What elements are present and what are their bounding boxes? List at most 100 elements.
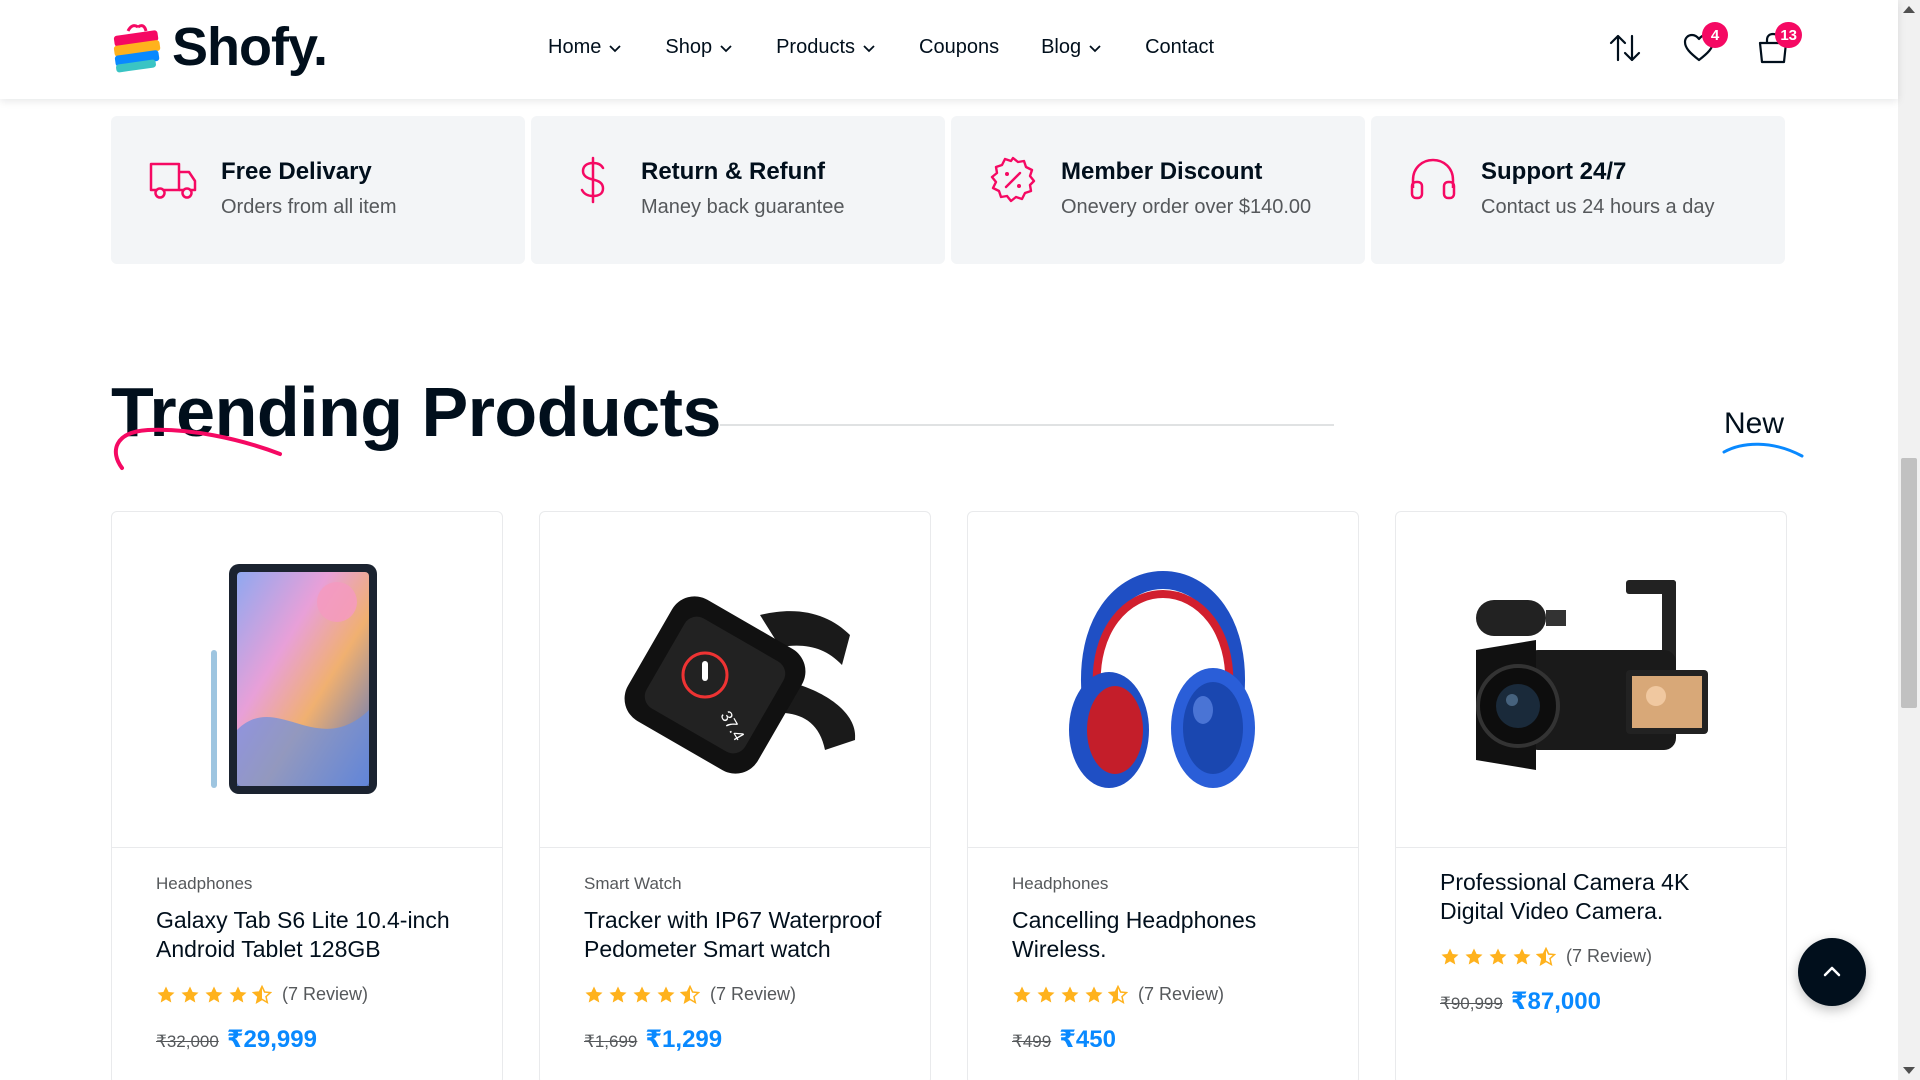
star-full-icon <box>1085 986 1103 1002</box>
product-title[interactable]: Cancelling Headphones Wireless. <box>1012 906 1314 964</box>
scroll-down-arrow-icon[interactable] <box>1903 1067 1915 1074</box>
star-full-icon <box>1513 948 1531 964</box>
product-price: ₹32,000 ₹29,999 <box>156 1025 458 1054</box>
feature-subtitle: Contact us 24 hours a day <box>1481 196 1715 218</box>
product-category[interactable]: Headphones <box>1012 874 1314 894</box>
feature-subtitle: Maney back guarantee <box>641 196 845 218</box>
product-info: Professional Camera 4K Digital Video Cam… <box>1396 848 1786 1046</box>
review-count: (7 Review) <box>710 984 797 1004</box>
current-price: ₹29,999 <box>226 1026 317 1053</box>
old-price: ₹499 <box>1012 1032 1052 1051</box>
feature-text: Free Delivary Orders from all item <box>221 154 397 219</box>
chevron-down-icon <box>863 44 875 52</box>
product-card[interactable]: Professional Camera 4K Digital Video Cam… <box>1395 511 1787 1080</box>
star-full-icon <box>181 986 199 1002</box>
page-scrollbar[interactable] <box>1898 0 1920 1080</box>
star-full-icon <box>157 986 175 1002</box>
delivery-truck-icon <box>149 162 197 199</box>
star-full-icon <box>609 986 627 1002</box>
star-full-icon <box>585 986 603 1002</box>
tablet-image <box>211 563 377 794</box>
star-half-icon <box>1108 984 1128 1004</box>
cart-button[interactable]: 13 <box>1754 22 1802 68</box>
logo-text: Shofy. <box>172 17 328 77</box>
tab-new[interactable]: New <box>1724 407 1784 441</box>
star-full-icon <box>1013 986 1031 1002</box>
feature-member-discount: Member Discount Onevery order over $140.… <box>951 116 1365 264</box>
product-card[interactable]: Headphones Galaxy Tab S6 Lite 10.4-inch … <box>111 511 503 1080</box>
star-half-icon <box>252 984 272 1004</box>
headphones-icon <box>1410 158 1456 200</box>
nav-shop[interactable]: Shop <box>665 36 734 59</box>
logo[interactable]: Shofy. <box>110 17 328 77</box>
star-full-icon <box>657 986 675 1002</box>
product-info: Smart Watch Tracker with IP67 Waterproof… <box>540 848 930 1080</box>
feature-free-delivery: Free Delivary Orders from all item <box>111 116 525 264</box>
product-title[interactable]: Tracker with IP67 Waterproof Pedometer S… <box>584 906 886 964</box>
feature-title: Free Delivary <box>221 158 372 185</box>
product-info: Headphones Cancelling Headphones Wireles… <box>968 848 1358 1080</box>
chevron-down-icon <box>720 44 732 52</box>
site-header: Shofy. Home Shop Products Coupons Blog C… <box>0 0 1898 99</box>
star-full-icon <box>1061 986 1079 1002</box>
feature-text: Support 24/7 Contact us 24 hours a day <box>1481 154 1714 219</box>
product-thumbnail[interactable] <box>112 512 502 848</box>
star-full-icon <box>1441 948 1459 964</box>
back-to-top-button[interactable] <box>1798 938 1866 1006</box>
feature-support: Support 24/7 Contact us 24 hours a day <box>1371 116 1785 264</box>
nav-products[interactable]: Products <box>776 36 877 59</box>
product-title[interactable]: Galaxy Tab S6 Lite 10.4-inch Android Tab… <box>156 906 458 964</box>
feature-subtitle: Orders from all item <box>221 196 397 218</box>
product-category[interactable]: Headphones <box>156 874 458 894</box>
current-price: ₹1,299 <box>645 1026 723 1053</box>
product-thumbnail[interactable] <box>1396 512 1786 848</box>
old-price: ₹90,999 <box>1440 994 1503 1013</box>
product-card[interactable]: 37.4 Smart Watch Tracker with IP67 Water… <box>539 511 931 1080</box>
feature-text: Member Discount Onevery order over $140.… <box>1061 154 1311 219</box>
header-actions: 4 13 <box>1606 22 1802 68</box>
star-full-icon <box>633 986 651 1002</box>
product-grid: Headphones Galaxy Tab S6 Lite 10.4-inch … <box>111 511 1787 1080</box>
wishlist-button[interactable]: 4 <box>1680 22 1728 68</box>
scroll-thumb[interactable] <box>1901 458 1917 708</box>
title-underline-swoosh <box>113 427 282 470</box>
title-divider-line <box>720 424 1334 426</box>
feature-return-refund: Return & Refunf Maney back guarantee <box>531 116 945 264</box>
product-price: ₹499 ₹450 <box>1012 1025 1314 1054</box>
product-category[interactable]: Smart Watch <box>584 874 886 894</box>
current-price: ₹450 <box>1059 1026 1116 1053</box>
smartwatch-image: 37.4 <box>624 595 856 774</box>
dollar-icon <box>580 156 605 204</box>
nav-home[interactable]: Home <box>548 36 623 59</box>
nav-contact[interactable]: Contact <box>1145 36 1214 59</box>
star-full-icon <box>229 986 247 1002</box>
product-card[interactable]: Headphones Cancelling Headphones Wireles… <box>967 511 1359 1080</box>
feature-title: Return & Refunf <box>641 158 825 185</box>
product-rating: (7 Review) <box>156 984 458 1005</box>
main-nav: Home Shop Products Coupons Blog Contact <box>548 36 1214 59</box>
star-full-icon <box>1465 948 1483 964</box>
chevron-down-icon <box>609 44 621 52</box>
product-thumbnail[interactable] <box>968 512 1358 848</box>
review-count: (7 Review) <box>282 984 369 1004</box>
nav-products-label: Products <box>776 36 856 58</box>
nav-blog-label: Blog <box>1041 36 1082 58</box>
current-price: ₹87,000 <box>1510 988 1601 1015</box>
product-info: Headphones Galaxy Tab S6 Lite 10.4-inch … <box>112 848 502 1080</box>
scroll-up-arrow-icon[interactable] <box>1903 6 1915 13</box>
headphones-image <box>1069 570 1255 788</box>
nav-blog[interactable]: Blog <box>1041 36 1103 59</box>
product-price: ₹90,999 ₹87,000 <box>1440 987 1742 1016</box>
star-full-icon <box>1037 986 1055 1002</box>
camera-image <box>1476 579 1708 770</box>
compare-button[interactable] <box>1606 28 1644 68</box>
tab-active-underline <box>1722 442 1804 458</box>
cart-count-badge: 13 <box>1775 22 1802 48</box>
feature-subtitle: Onevery order over $140.00 <box>1061 196 1312 218</box>
product-title[interactable]: Professional Camera 4K Digital Video Cam… <box>1440 868 1742 926</box>
old-price: ₹32,000 <box>156 1032 219 1051</box>
nav-coupons[interactable]: Coupons <box>919 36 999 59</box>
review-count: (7 Review) <box>1138 984 1225 1004</box>
logo-bag-icon <box>113 24 161 73</box>
product-thumbnail[interactable]: 37.4 <box>540 512 930 848</box>
